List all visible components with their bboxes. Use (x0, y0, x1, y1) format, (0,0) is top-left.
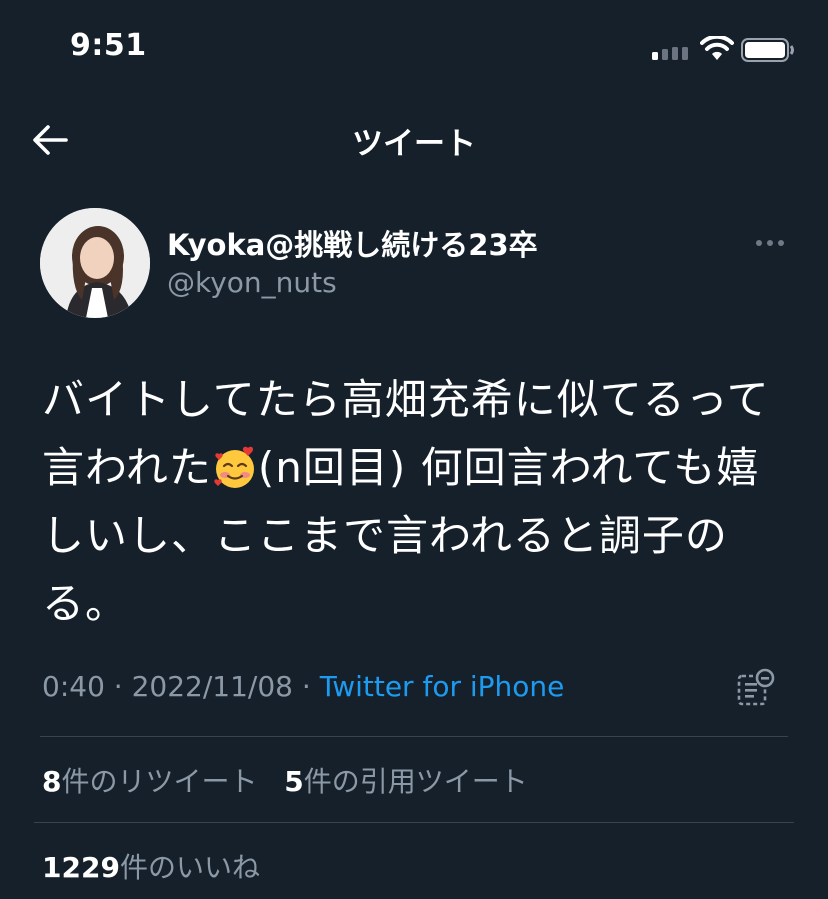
like-count: 1229 (42, 851, 120, 884)
retweet-count: 8 (42, 765, 62, 798)
status-bar: 9:51 (0, 0, 828, 100)
signal-icon (652, 47, 688, 60)
battery-icon (741, 38, 794, 62)
retweets-stat[interactable]: 8件のリツイート (42, 765, 258, 798)
tweet-meta: 0:40 · 2022/11/08 · Twitter for iPhone (42, 670, 564, 703)
more-button[interactable] (748, 228, 792, 258)
divider (34, 822, 794, 823)
like-label: 件のいいね (119, 851, 260, 884)
tweet-time: 0:40 (42, 670, 105, 703)
page-title: ツイート (352, 126, 476, 162)
tweet-source-link[interactable]: Twitter for iPhone (320, 670, 565, 703)
smiling-face-with-hearts-emoji (214, 446, 254, 488)
likes-stat[interactable]: 1229件のいいね (42, 846, 260, 886)
quotes-stat[interactable]: 5件の引用ツイート (284, 765, 528, 798)
status-time: 9:51 (70, 28, 147, 63)
author-handle[interactable]: @kyon_nuts (167, 266, 337, 299)
divider (40, 736, 788, 737)
meta-separator: · (113, 670, 123, 703)
retweet-label: 件のリツイート (61, 765, 258, 798)
analytics-button[interactable] (736, 668, 776, 708)
wifi-icon (700, 36, 734, 60)
meta-separator: · (301, 670, 311, 703)
tweet-text: バイトしてたら高畑充希に似てるって言われた (n回目) 何回言われても嬉しいし、… (42, 366, 802, 638)
quote-count: 5 (284, 765, 304, 798)
author-display-name[interactable]: Kyoka@挑戦し続ける23卒 (167, 222, 538, 264)
quote-label: 件の引用ツイート (303, 765, 528, 798)
analytics-icon (737, 668, 775, 706)
tweet-date: 2022/11/08 (131, 670, 293, 703)
more-icon (756, 240, 784, 246)
tweet-stats: 8件のリツイート 5件の引用ツイート (42, 760, 528, 800)
avatar[interactable] (40, 208, 150, 318)
header: ツイート (0, 100, 828, 180)
profile-photo (40, 208, 150, 318)
